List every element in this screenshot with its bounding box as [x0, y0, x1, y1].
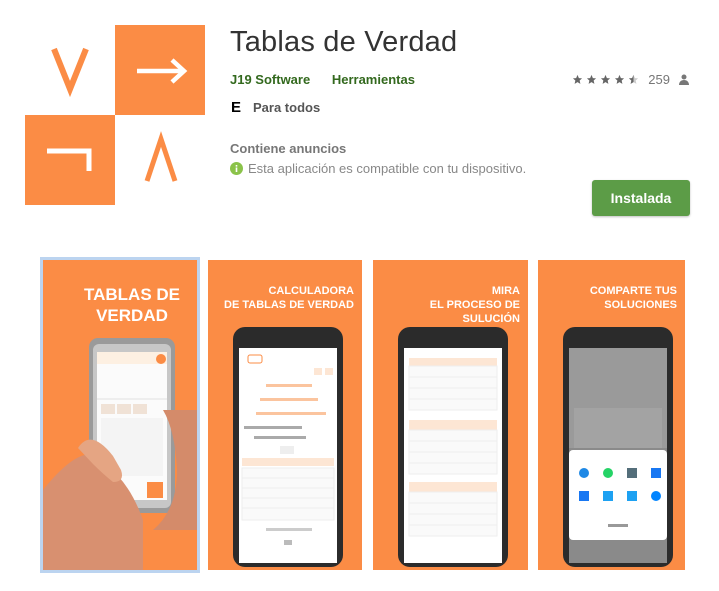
screenshot-3-caption: MIRA EL PROCESO DE SULUCIÓN — [373, 284, 520, 326]
screenshot-2-caption: CALCULADORA DE TABLAS DE VERDAD — [224, 284, 354, 312]
icon-tile-not — [25, 115, 115, 205]
app-title: Tablas de Verdad — [230, 26, 458, 58]
person-icon — [679, 74, 689, 85]
ads-notice: Contiene anuncios — [230, 141, 347, 156]
screenshot-carousel[interactable]: TABLAS DE VERDAD CALCULADORA DE TABLAS D… — [39, 256, 685, 574]
star-icon — [615, 74, 625, 84]
caption-line-2: EL PROCESO DE SULUCIÓN — [429, 299, 520, 325]
caption-line-1: COMPARTE TUS — [589, 285, 677, 297]
screenshot-2[interactable]: CALCULADORA DE TABLAS DE VERDAD — [208, 260, 362, 570]
screenshot-3[interactable]: MIRA EL PROCESO DE SULUCIÓN — [373, 260, 528, 570]
icon-tile-arrow — [115, 25, 205, 115]
compatibility-notice: Esta aplicación es compatible con tu dis… — [230, 161, 526, 176]
not-symbol-icon — [47, 148, 92, 171]
icon-tile-and — [115, 115, 205, 205]
developer-link[interactable]: J19 Software — [230, 72, 310, 87]
half-star-icon — [629, 74, 639, 84]
category-link[interactable]: Herramientas — [332, 72, 415, 87]
or-symbol-icon — [51, 47, 89, 98]
star-icon — [601, 74, 611, 84]
screenshot-1-caption: TABLAS DE VERDAD — [43, 284, 197, 326]
screenshot-4[interactable]: COMPARTE TUS SOLUCIONES — [538, 260, 685, 570]
compatibility-text: Esta aplicación es compatible con tu dis… — [248, 161, 527, 176]
and-symbol-icon — [144, 131, 178, 182]
rating-summary: 259 — [572, 72, 689, 87]
install-button[interactable]: Instalada — [592, 180, 690, 216]
content-rating: E Para todos — [230, 98, 320, 116]
screenshot-1[interactable]: TABLAS DE VERDAD — [40, 257, 200, 573]
icon-tile-or — [25, 25, 115, 115]
star-icon — [573, 74, 583, 84]
arrow-right-icon — [137, 58, 188, 84]
star-icon — [587, 74, 597, 84]
rating-count: 259 — [648, 72, 670, 87]
app-meta: J19 Software Herramientas — [230, 72, 415, 87]
content-rating-label: Para todos — [253, 99, 321, 115]
caption-line-2: SOLUCIONES — [604, 299, 677, 311]
caption-line-2: VERDAD — [96, 306, 168, 325]
caption-line-1: MIRA — [491, 285, 520, 297]
screenshot-4-caption: COMPARTE TUS SOLUCIONES — [590, 284, 677, 312]
caption-line-2: DE TABLAS DE VERDAD — [224, 299, 354, 311]
svg-text:E: E — [231, 99, 241, 116]
caption-line-1: CALCULADORA — [268, 285, 354, 297]
caption-line-1: TABLAS DE — [83, 285, 180, 304]
app-icon — [25, 25, 205, 205]
esrb-e-icon: E — [230, 98, 244, 116]
info-icon — [230, 162, 243, 175]
